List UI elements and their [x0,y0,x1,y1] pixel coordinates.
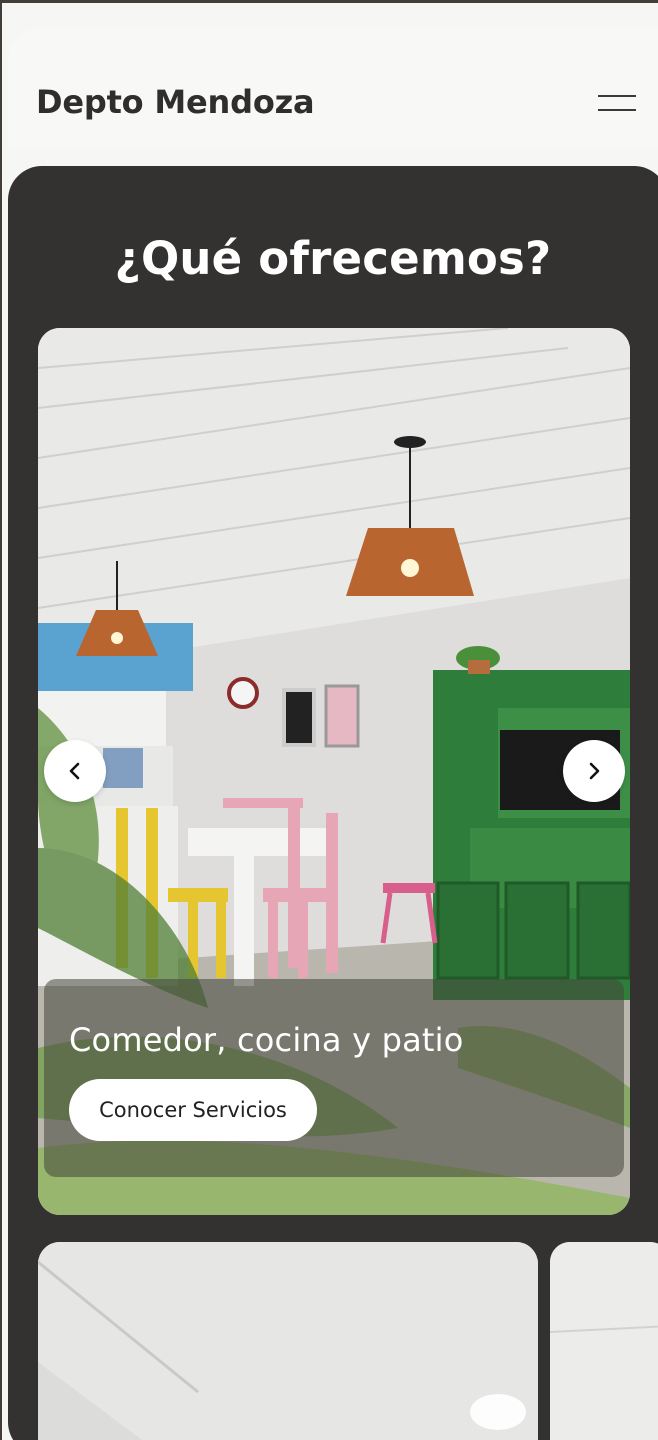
slide-title: Comedor, cocina y patio [69,1021,464,1059]
carousel-next-button[interactable] [563,740,625,802]
brand-title[interactable]: Depto Mendoza [36,83,315,121]
carousel-slide-peek[interactable] [550,1242,658,1440]
carousel-slide-next[interactable] [38,1242,538,1440]
room-photo-2 [38,1242,538,1440]
services-section: ¿Qué ofrecemos? Comedor, cocina y patio … [8,166,658,1440]
site-header: Depto Mendoza [8,29,658,149]
menu-line [598,109,636,111]
hamburger-menu-icon[interactable] [598,95,636,117]
menu-line [598,95,636,97]
chevron-left-icon [69,762,80,780]
carousel-slide-active[interactable]: Comedor, cocina y patio Conocer Servicio… [38,328,630,1215]
page: Depto Mendoza ¿Qué ofrecemos? Comedor, c… [2,3,658,1440]
conocer-servicios-button[interactable]: Conocer Servicios [69,1079,317,1141]
slide-caption: Comedor, cocina y patio Conocer Servicio… [44,979,624,1177]
carousel-prev-button[interactable] [44,740,106,802]
room-photo-3 [550,1242,658,1440]
chevron-right-icon [589,762,600,780]
section-title: ¿Qué ofrecemos? [114,232,552,285]
